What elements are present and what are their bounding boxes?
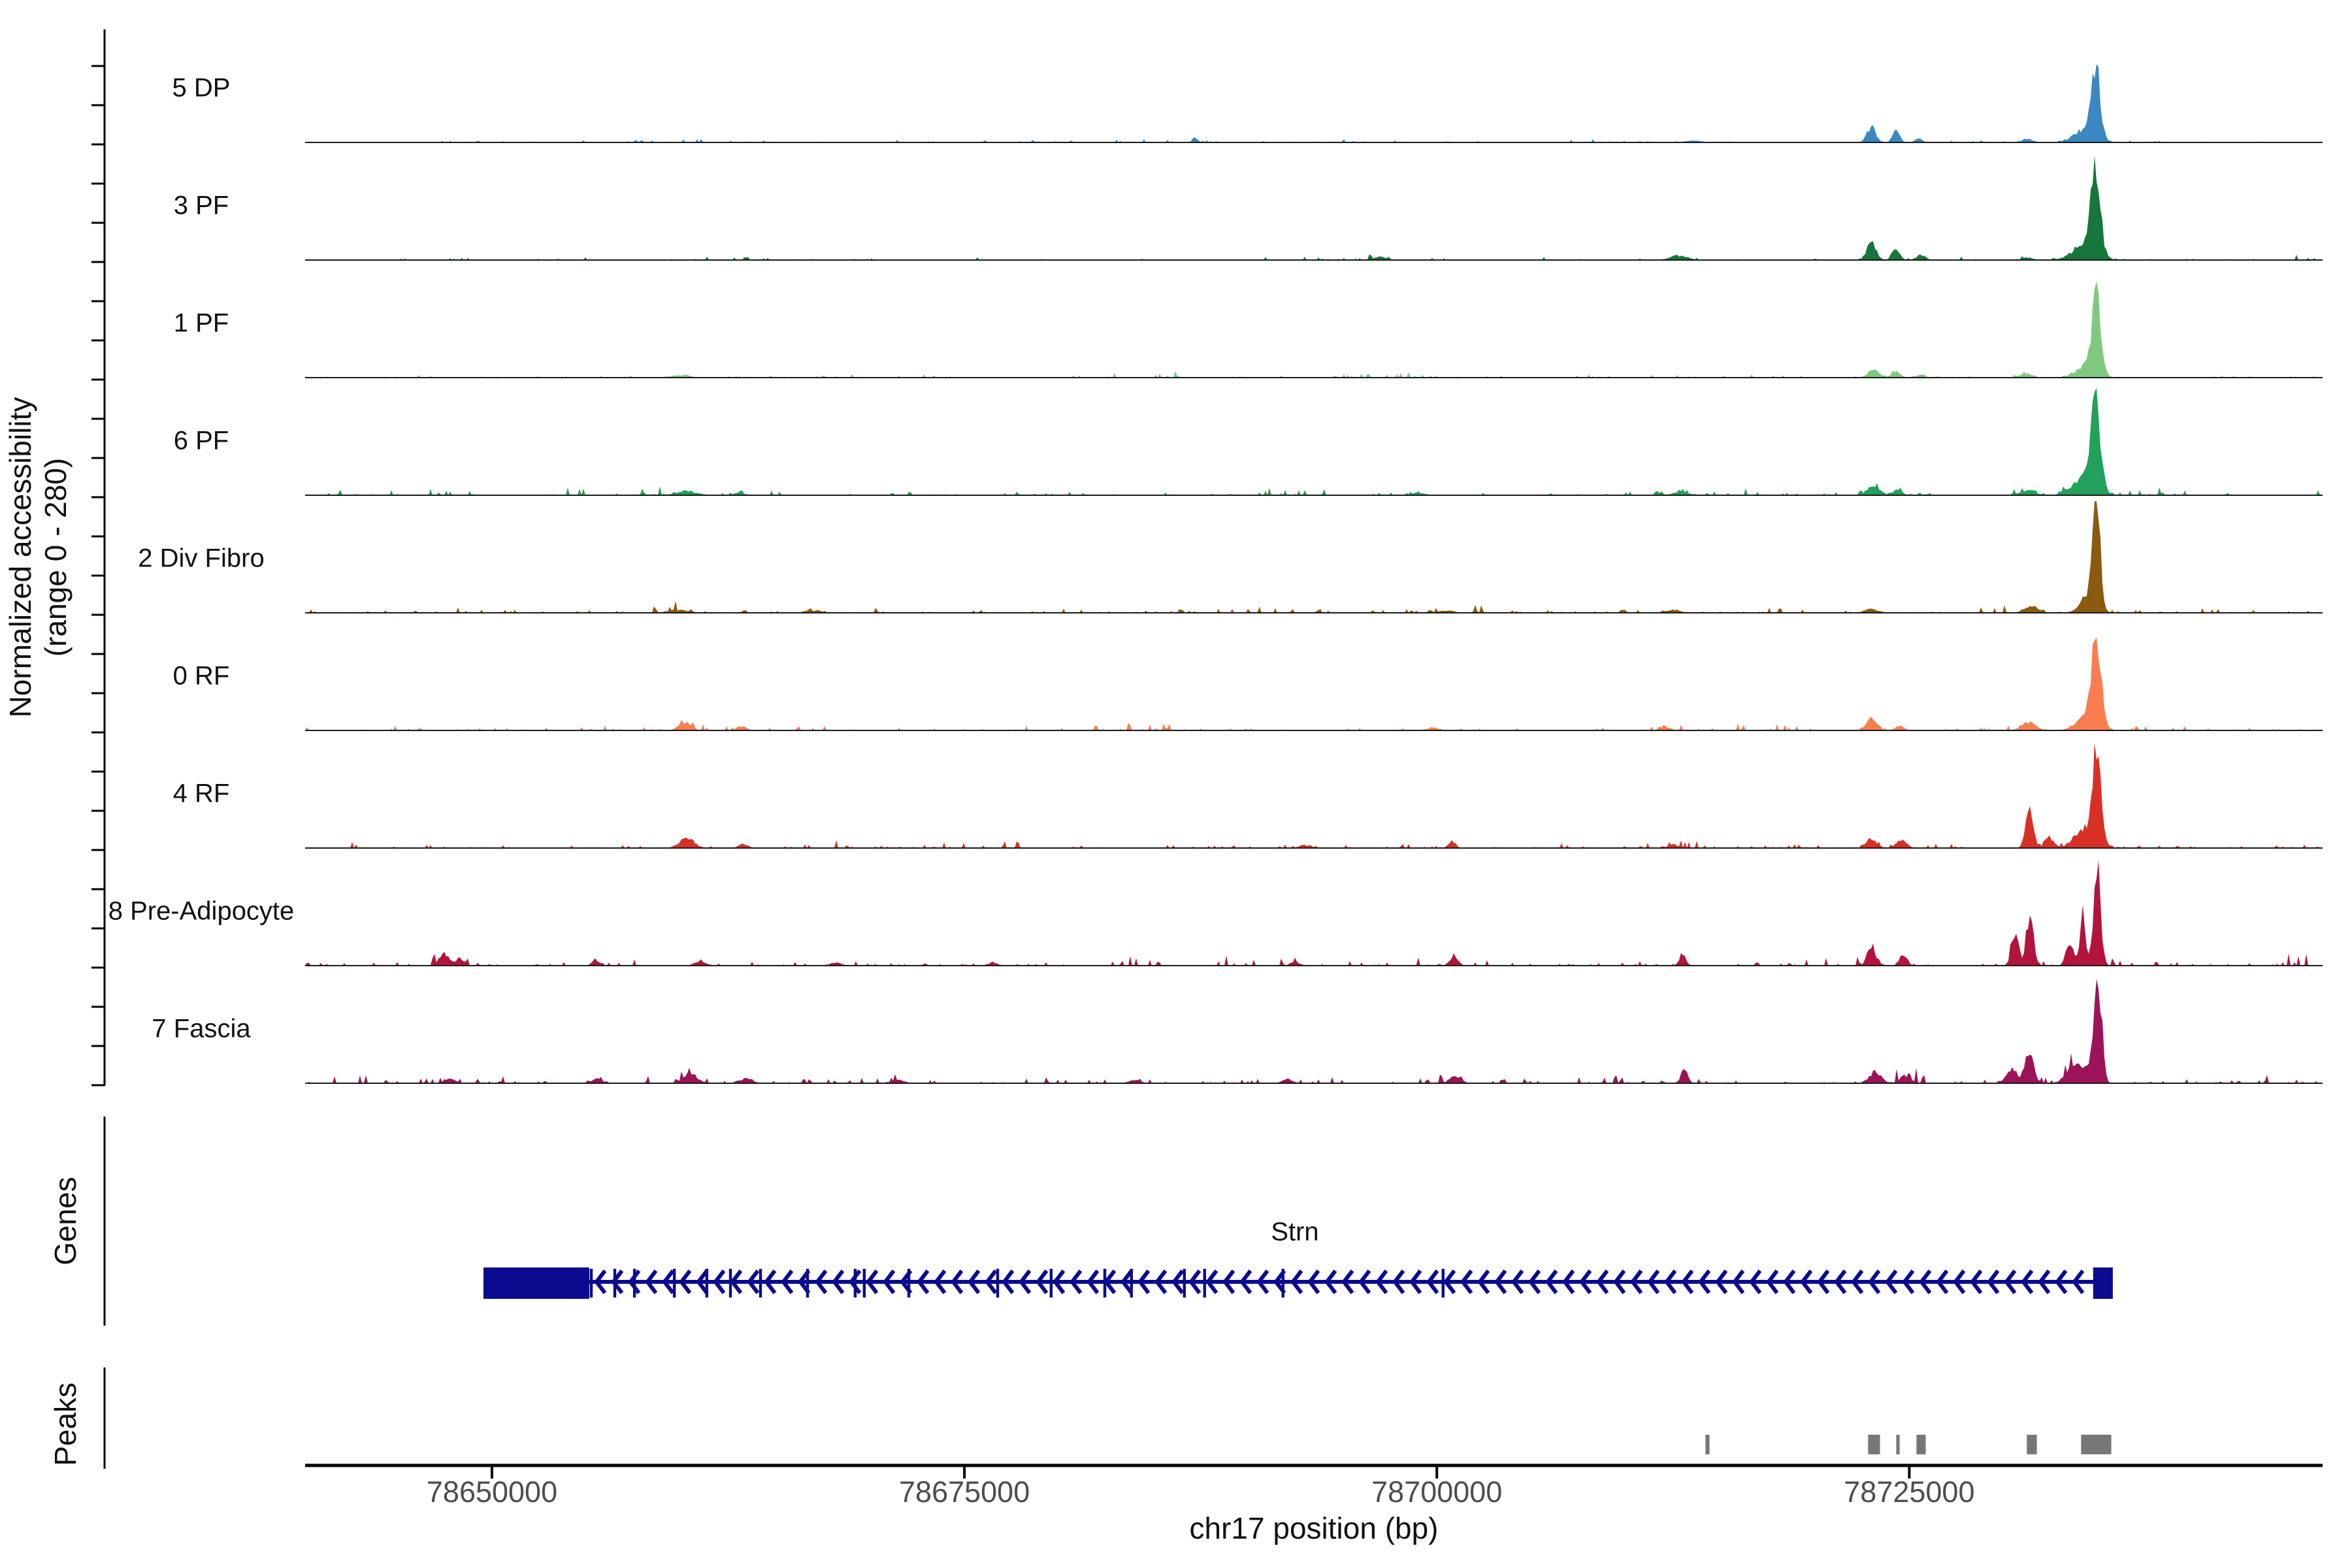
track-signal-0-RF <box>305 637 2323 730</box>
y-axis-title-line1: Normalized accessibility <box>3 397 38 718</box>
gene-exon-tick <box>863 1269 866 1298</box>
x-axis-tick-label: 78725000 <box>1844 1475 1974 1509</box>
peak-interval-box <box>2081 1435 2111 1454</box>
y-axis-title-line2: (range 0 - 280) <box>38 397 73 718</box>
y-axis-title: Normalized accessibility (range 0 - 280) <box>3 397 73 718</box>
track-label-4-RF: 4 RF <box>173 779 230 809</box>
gene-exon-tick <box>729 1269 732 1298</box>
gene-exon-tick <box>1050 1269 1053 1298</box>
gene-exon-tick <box>1183 1269 1186 1298</box>
track-label-5-DP: 5 DP <box>172 74 231 103</box>
gene-exon-tick <box>633 1269 636 1298</box>
gene-exon-tick <box>1103 1269 1106 1298</box>
peaks-panel-title: Peaks <box>48 1382 83 1466</box>
track-label-2-Div-Fibro: 2 Div Fibro <box>138 544 264 574</box>
track-label-8-Pre-Adipocyte: 8 Pre-Adipocyte <box>108 897 295 926</box>
peak-interval-box <box>1896 1435 1899 1454</box>
track-label-7-Fascia: 7 Fascia <box>152 1015 250 1044</box>
track-signal-6-PF <box>305 388 2323 495</box>
gene-exon-tick <box>1203 1269 1206 1298</box>
track-label-6-PF: 6 PF <box>174 427 229 456</box>
track-signal-5-DP <box>305 64 2323 142</box>
peak-interval-box <box>1705 1435 1709 1454</box>
x-axis-tick-label: 78700000 <box>1371 1475 1502 1509</box>
gene-exon-tick <box>1282 1269 1284 1298</box>
track-signal-1-PF <box>305 282 2323 378</box>
track-label-3-PF: 3 PF <box>174 191 229 221</box>
track-label-0-RF: 0 RF <box>173 662 230 691</box>
gene-exon-tick <box>907 1269 910 1298</box>
gene-exon-tick <box>1130 1269 1133 1298</box>
track-signal-7-Fascia <box>305 979 2323 1083</box>
plot-canvas <box>0 0 2352 1568</box>
coverage-plot-figure: Normalized accessibility (range 0 - 280)… <box>0 0 2352 1568</box>
track-signal-3-PF <box>305 155 2323 260</box>
gene-name-label: Strn <box>1271 1218 1318 1247</box>
gene-exon-tick <box>996 1269 999 1298</box>
genes-panel-title: Genes <box>48 1177 83 1266</box>
gene-exon-tick <box>613 1269 616 1298</box>
gene-exon-tick <box>854 1269 857 1298</box>
gene-exon-tick <box>706 1269 708 1298</box>
gene-exon-tick <box>806 1269 809 1298</box>
track-signal-2-Div-Fibro <box>305 501 2323 613</box>
peak-interval-box <box>1868 1435 1880 1454</box>
track-signal-8-Pre-Adipocyte <box>305 860 2323 966</box>
gene-exon-tick <box>590 1269 593 1298</box>
peak-interval-box <box>2027 1435 2036 1454</box>
x-axis-title: chr17 position (bp) <box>1190 1511 1439 1546</box>
x-axis-tick-label: 78650000 <box>427 1475 557 1509</box>
peak-interval-box <box>1916 1435 1925 1454</box>
gene-exon-tick <box>673 1269 676 1298</box>
gene-right-exon-box <box>2093 1267 2113 1299</box>
gene-left-exon-box <box>483 1267 589 1299</box>
x-axis-tick-label: 78675000 <box>899 1475 1030 1509</box>
track-signal-4-RF <box>305 742 2323 848</box>
gene-exon-tick <box>759 1269 762 1298</box>
gene-exon-tick <box>1442 1269 1445 1298</box>
track-label-1-PF: 1 PF <box>174 309 229 338</box>
